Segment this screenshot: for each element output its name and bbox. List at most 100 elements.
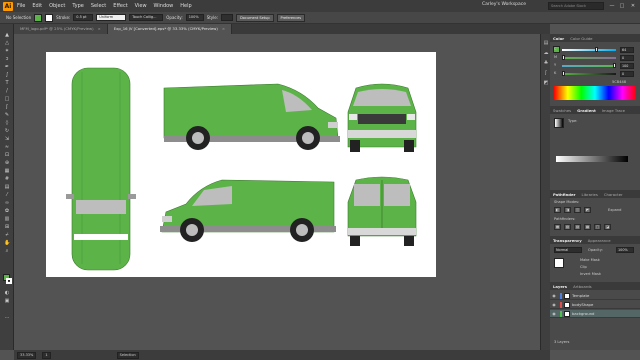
gradient-ramp[interactable] [556,156,628,162]
pen-tool-icon[interactable]: ✒ [4,64,10,70]
type-tool-icon[interactable]: T [4,80,10,86]
tab-appearance[interactable]: Appearance [585,238,614,243]
magic-wand-tool-icon[interactable]: ✶ [4,48,10,54]
layer-row-bodyshape[interactable]: ◉ bodyShape [550,301,640,309]
stroke-color-icon[interactable] [6,278,12,284]
preferences-button[interactable]: Preferences [276,13,306,22]
visibility-eye-icon[interactable]: ◉ [550,311,558,316]
slider-value[interactable]: 64 [620,47,634,53]
tab-pathfinder[interactable]: Pathfinder [550,192,578,197]
tab-layers[interactable]: Layers [550,284,570,289]
merge-button[interactable]: ▨ [574,224,581,230]
slider-knob[interactable] [562,71,565,76]
stock-search-input[interactable]: Search Adobe Stock [548,2,604,10]
menu-view[interactable]: View [135,3,147,9]
opacity-field[interactable]: 100% [616,247,634,253]
magenta-slider[interactable]: M 0 [554,55,634,61]
slider-value[interactable]: 0 [620,71,634,77]
brush-dropdown[interactable]: Uniform [96,14,127,21]
make-mask-button[interactable]: Make Mask [580,258,600,262]
tab-libraries[interactable]: Libraries [578,192,600,197]
slider-knob[interactable] [613,63,616,68]
selection-tool-icon[interactable]: ▲ [4,32,10,38]
hex-value[interactable]: 5CB448 [612,80,626,84]
layer-name[interactable]: background [572,311,594,316]
brushes-panel-icon[interactable]: ʃ [543,70,549,76]
blend-mode-dropdown[interactable]: Normal [554,247,582,253]
stroke-swatch[interactable] [45,13,54,22]
rectangle-tool-icon[interactable]: □ [4,96,10,102]
shape-builder-tool-icon[interactable]: ⊕ [4,160,10,166]
gradient-tool-icon[interactable]: ▤ [4,184,10,190]
lasso-tool-icon[interactable]: ↄ [4,56,10,62]
tab-gradient[interactable]: Gradient [574,108,599,113]
van-side-view-right[interactable] [163,83,340,150]
style-dropdown[interactable] [221,14,234,21]
tab-color[interactable]: Color [550,36,567,41]
slice-tool-icon[interactable]: ⌿ [4,232,10,238]
menu-type[interactable]: Type [72,3,83,9]
paintbrush-tool-icon[interactable]: ʃ [4,104,10,110]
drawing-modes-icon[interactable]: ◐ [4,290,10,296]
tab-image-trace[interactable]: Image Trace [599,108,628,113]
slider-value[interactable]: 100 [620,63,634,69]
close-icon[interactable]: ✕ [629,2,637,10]
artboard-navigator[interactable]: 1 [42,351,51,359]
menu-select[interactable]: Select [91,3,106,9]
tab-close-icon[interactable]: × [222,26,225,31]
van-rear-view[interactable] [347,176,417,246]
tab-artboards[interactable]: Artboards [570,284,595,289]
pencil-tool-icon[interactable]: ✎ [4,112,10,118]
layer-row-background[interactable]: ◉ background [550,310,640,318]
visibility-eye-icon[interactable]: ◉ [550,293,558,298]
width-tool-icon[interactable]: ≈ [4,144,10,150]
screen-mode-icon[interactable]: ▣ [4,298,10,304]
visibility-eye-icon[interactable]: ◉ [550,302,558,307]
yellow-slider[interactable]: Y 100 [554,63,634,69]
hand-tool-icon[interactable]: ✋ [4,240,10,246]
tab-van-template[interactable]: Exp_16 JV [Converted].eps* @ 33.33% (CMY… [107,24,233,34]
van-front-view[interactable] [347,83,417,152]
menu-window[interactable]: Window [154,3,174,9]
clip-checkbox[interactable]: Clip [580,265,587,269]
unite-button[interactable]: ◧ [554,207,561,213]
menu-help[interactable]: Help [180,3,191,9]
invert-mask-checkbox[interactable]: Invert Mask [580,272,601,276]
maximize-icon[interactable]: □ [618,2,626,10]
eyedropper-tool-icon[interactable]: ⁄ [4,192,10,198]
color-spectrum[interactable] [554,86,636,100]
current-tool-status[interactable]: Selection [116,351,139,359]
mesh-tool-icon[interactable]: # [4,176,10,182]
crop-button[interactable]: ▩ [584,224,591,230]
layer-name[interactable]: Template [572,293,589,298]
curvature-tool-icon[interactable]: ∫ [4,72,10,78]
stroke-weight-field[interactable]: 0.5 pt [73,14,94,21]
exclude-button[interactable]: ◩ [584,207,591,213]
zoom-tool-icon[interactable]: ⌕ [4,248,10,254]
fill-swatch[interactable] [34,13,43,22]
trim-button[interactable]: ▧ [564,224,571,230]
layer-row-template[interactable]: ◉ Template [550,292,640,300]
minimize-icon[interactable]: — [608,2,616,10]
perspective-grid-tool-icon[interactable]: ▦ [4,168,10,174]
free-transform-tool-icon[interactable]: ⊡ [4,152,10,158]
van-top-view[interactable] [66,67,136,271]
intersect-button[interactable]: ◫ [574,207,581,213]
rotate-tool-icon[interactable]: ↻ [4,128,10,134]
artboard-tool-icon[interactable]: ⊞ [4,224,10,230]
tab-color-guide[interactable]: Color Guide [567,36,595,41]
blend-tool-icon[interactable]: ∞ [4,200,10,206]
van-template-artwork[interactable] [46,52,436,277]
tab-character[interactable]: Character [601,192,626,197]
eraser-tool-icon[interactable]: ◊ [4,120,10,126]
more-tools-icon[interactable]: … [4,314,10,320]
tab-transparency[interactable]: Transparency [550,238,585,243]
symbol-sprayer-tool-icon[interactable]: ✿ [4,208,10,214]
menu-edit[interactable]: Edit [32,3,42,9]
van-side-view-left[interactable] [160,179,336,242]
workspace-switcher[interactable]: Carley's Workspace [482,2,542,10]
properties-panel-icon[interactable]: ▤ [543,40,549,46]
divide-button[interactable]: ▦ [554,224,561,230]
minus-front-button[interactable]: ◨ [564,207,571,213]
tab-close-icon[interactable]: × [98,26,101,31]
